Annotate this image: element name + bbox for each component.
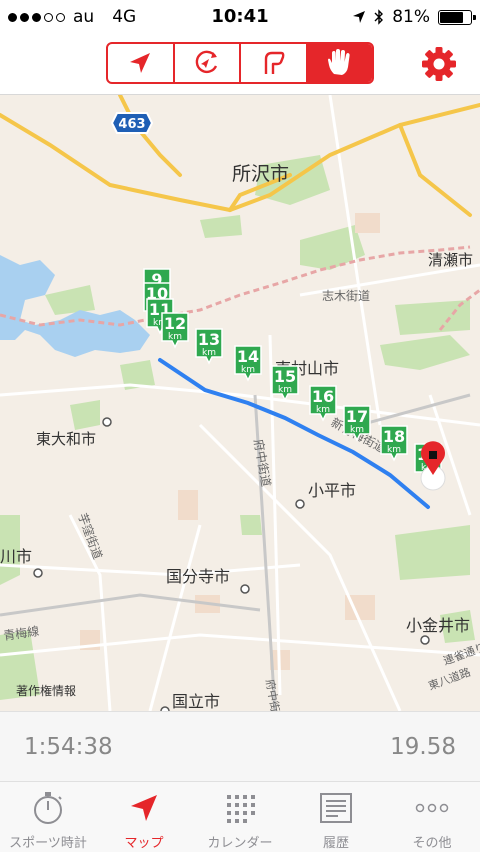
road-label: 連雀通り — [441, 640, 480, 668]
tab-calendar[interactable]: カレンダー — [192, 782, 288, 852]
route-mode-button[interactable] — [241, 44, 308, 82]
place-label: 清瀬市 — [428, 251, 473, 269]
km-marker-unit: km — [241, 365, 255, 375]
place-label: 所沢市 — [232, 163, 289, 185]
navigate-mode-button[interactable] — [108, 44, 175, 82]
place-label: 国立市 — [172, 692, 220, 711]
settings-gear-icon[interactable] — [420, 45, 458, 83]
km-marker-number: 16 — [312, 387, 334, 406]
map-mode-segmented-control — [106, 42, 374, 84]
km-marker-number: 12 — [164, 314, 186, 333]
km-marker[interactable]: 18km — [380, 425, 408, 462]
more-dots-icon — [415, 803, 449, 813]
km-markers: 9km10km11km12km13km14km15km16km17km18km1… — [143, 268, 442, 480]
compass-icon — [195, 50, 217, 74]
battery-icon — [438, 9, 476, 25]
km-marker[interactable]: 13km — [195, 328, 223, 365]
place-label: 国分寺市 — [166, 567, 230, 586]
tab-history[interactable]: 履歴 — [288, 782, 384, 852]
activity-summary-bar: 1:54:38 19.58 — [0, 711, 480, 782]
map-canvas: 463 所沢市 清瀬市 志木街道 東村山市 新青梅街道 東大和市 小平市 府中街… — [0, 95, 480, 711]
place-label: 東大和市 — [36, 430, 96, 448]
km-marker-unit: km — [316, 405, 330, 415]
hand-stop-icon — [327, 49, 350, 75]
rail-label: 青梅線 — [2, 623, 40, 643]
km-marker-unit: km — [168, 332, 182, 342]
place-label: 小平市 — [308, 481, 356, 500]
major-roads — [0, 95, 480, 217]
battery-percent: 81% — [392, 7, 430, 27]
place-labels: 所沢市 清瀬市 志木街道 東村山市 新青梅街道 東大和市 小平市 府中街道 芋窪… — [0, 163, 480, 711]
km-marker-unit: km — [350, 425, 364, 435]
km-marker-number: 13 — [198, 330, 220, 349]
navigation-arrow-icon — [130, 53, 151, 73]
compass-mode-button[interactable] — [175, 44, 241, 82]
place-label: 小金井市 — [406, 616, 470, 635]
stop-square-icon — [429, 451, 437, 459]
km-marker-unit: km — [387, 445, 401, 455]
road-label: 志木街道 — [322, 289, 370, 303]
km-marker-unit: km — [278, 385, 292, 395]
km-marker-unit: km — [202, 348, 216, 358]
tab-label: 履歴 — [322, 836, 349, 851]
tab-label: スポーツ時計 — [9, 836, 87, 851]
tab-label: その他 — [412, 836, 452, 851]
km-marker[interactable]: 14km — [234, 345, 262, 382]
tab-label: マップ — [124, 836, 164, 851]
km-marker-number: 17 — [346, 407, 368, 426]
route-icon — [265, 51, 285, 74]
stop-mode-button[interactable] — [307, 44, 372, 82]
road-label: 東八道路 — [426, 665, 472, 693]
km-marker[interactable]: 15km — [271, 365, 299, 402]
km-marker-number: 15 — [274, 367, 296, 386]
tab-sports-watch[interactable]: スポーツ時計 — [0, 782, 96, 852]
history-list-icon — [320, 793, 352, 823]
location-arrow-icon — [131, 795, 157, 821]
km-marker[interactable]: 12km — [161, 312, 189, 349]
tab-bar: スポーツ時計 マップ カレンダー 履歴 その他 — [0, 782, 480, 852]
elapsed-time: 1:54:38 — [24, 734, 113, 760]
place-label: 川市 — [0, 547, 32, 566]
tab-label: カレンダー — [207, 836, 273, 851]
map-credit-link[interactable]: 著作権情報 — [16, 683, 76, 698]
map-view[interactable]: 463 所沢市 清瀬市 志木街道 東村山市 新青梅街道 東大和市 小平市 府中街… — [0, 95, 480, 711]
calendar-grid-icon — [227, 795, 255, 823]
status-bar: au 4G 10:41 81% — [0, 0, 480, 34]
map-toolbar — [0, 34, 480, 95]
route-shield-label: 463 — [118, 117, 145, 132]
km-marker[interactable]: 16km — [309, 385, 337, 422]
location-services-icon — [353, 11, 366, 23]
tab-map[interactable]: マップ — [96, 782, 192, 852]
route-463-shield-icon: 463 — [110, 112, 154, 134]
tab-more[interactable]: その他 — [384, 782, 480, 852]
km-marker-number: 18 — [383, 427, 405, 446]
stopwatch-icon — [34, 792, 62, 824]
km-marker-number: 14 — [237, 347, 259, 366]
distance-value: 19.58 — [390, 734, 456, 760]
bluetooth-icon — [374, 9, 384, 25]
